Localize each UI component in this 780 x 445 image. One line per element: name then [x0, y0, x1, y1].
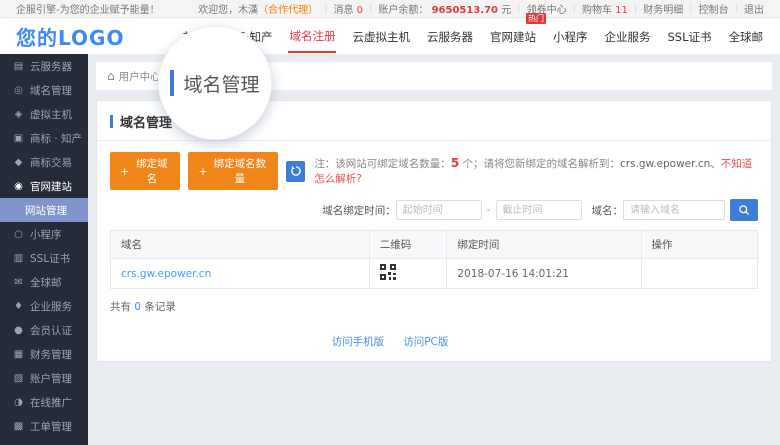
col-operation: 操作	[640, 230, 759, 259]
certificate-icon: ▥	[13, 252, 24, 264]
sidebar-item-global-mail[interactable]: ✉ 全球邮	[0, 270, 88, 294]
bind-note: 注：该网站可绑定域名数量：5 个；请将您新绑定的域名解析到：crs.gw.epo…	[314, 156, 753, 185]
finance-icon: ▦	[13, 348, 24, 360]
sidebar-item-account-management[interactable]: ▧ 账户管理	[0, 366, 88, 390]
top-utility-bar: 企服引擎-为您的企业赋予能量！ 欢迎您，木漢 （合作代理） | 消息 0 | 账…	[0, 0, 780, 18]
trade-icon: ◆	[14, 156, 23, 168]
sidebar-item-cloud-server[interactable]: ▤ 云服务器	[0, 54, 88, 78]
nav-website-building[interactable]: 官网建站 热门	[489, 13, 546, 52]
search-icon	[739, 205, 749, 215]
title-accent-bar	[110, 115, 113, 128]
ticket-icon: ▩	[13, 420, 24, 432]
user-icon: ●	[14, 324, 23, 336]
promotion-icon: ◑	[14, 396, 23, 408]
col-domain: 域名	[110, 230, 370, 259]
bound-domain-link[interactable]: crs.gw.epower.cn	[121, 268, 211, 280]
search-button[interactable]	[730, 199, 758, 221]
message-count: 0	[356, 5, 364, 16]
operation-cell	[640, 258, 759, 289]
nav-ssl-cert[interactable]: SSL证书	[666, 20, 712, 52]
nav-global-mail[interactable]: 全球邮	[728, 20, 765, 52]
sidebar-item-work-order[interactable]: ▩ 工单管理	[0, 414, 88, 438]
sidebar-item-domain-management[interactable]: ◎ 域名管理	[0, 78, 88, 102]
qr-code-icon[interactable]	[379, 264, 396, 280]
breadcrumb-level1[interactable]: 用户中心	[119, 69, 161, 84]
title-accent-bar	[170, 70, 175, 96]
sidebar-item-trademark-trade[interactable]: ◆ 商标交易	[0, 150, 88, 174]
gear-icon: ▧	[13, 372, 24, 384]
nav-cloud-server[interactable]: 云服务器	[426, 20, 474, 52]
mail-icon: ✉	[14, 276, 23, 288]
resolve-target-domain: crs.gw.epower.cn、	[620, 158, 721, 170]
end-time-input[interactable]	[495, 200, 582, 220]
start-time-input[interactable]	[395, 200, 482, 220]
domain-table: 域名 二维码 绑定时间 操作 crs.gw.epower.cn 2018-07-…	[110, 230, 759, 289]
home-icon: ⌂	[107, 69, 115, 83]
nav-domain-register[interactable]: 域名注册	[288, 19, 337, 53]
cart-count: 11	[615, 5, 628, 16]
service-icon: ♦	[14, 300, 23, 312]
visit-mobile-link[interactable]: 访问手机版	[332, 336, 385, 348]
balance-amount: 9650513.70	[431, 5, 499, 16]
visit-pc-link[interactable]: 访问PC版	[403, 336, 448, 348]
website-icon: ◉	[14, 180, 23, 192]
main-area: ⌂ 用户中心 > 官网建站 域名管理 域名管理 + 绑定域名	[88, 26, 780, 445]
sidebar-item-website-building[interactable]: ◉ 官网建站	[0, 174, 88, 198]
plus-icon: +	[198, 164, 208, 178]
sidebar-subitem-website-management[interactable]: 网站管理	[0, 198, 88, 222]
bind-time-value: 2018-07-16 14:01:21	[446, 258, 642, 289]
globe-icon: ◎	[14, 84, 23, 96]
domain-label: 域名：	[591, 204, 624, 217]
callout-title: 域名管理	[183, 73, 260, 96]
sidebar-item-virtual-host[interactable]: ◈ 虚拟主机	[0, 102, 88, 126]
col-qrcode: 二维码	[368, 230, 448, 259]
table-row: crs.gw.epower.cn 2018-07-16 14:01:21	[110, 258, 759, 289]
sidebar-item-ssl-cert[interactable]: ▥ SSL证书	[0, 246, 88, 270]
record-count: 共有 0 条记录	[110, 301, 176, 313]
document-icon: ▣	[13, 132, 24, 144]
refresh-button[interactable]	[286, 160, 306, 182]
bind-domain-count-button[interactable]: + 绑定域名数量	[188, 152, 279, 190]
console-link[interactable]: 控制台	[699, 1, 729, 16]
sidebar: ▤ 云服务器 ◎ 域名管理 ◈ 虚拟主机 ▣ 商标 · 知产 ◆ 商标交易 ◉ …	[0, 54, 88, 445]
host-icon: ◈	[14, 108, 23, 120]
bind-time-label: 域名绑定时间：	[322, 204, 396, 217]
sidebar-item-online-promotion[interactable]: ◑ 在线推广	[0, 390, 88, 414]
nav-enterprise-service[interactable]: 企业服务	[603, 20, 651, 52]
table-header-row: 域名 二维码 绑定时间 操作	[110, 230, 759, 259]
server-icon: ▤	[13, 60, 24, 72]
welcome-text: 欢迎您，木漢	[198, 5, 259, 16]
bind-domain-button[interactable]: + 绑定域名	[110, 152, 181, 190]
sidebar-item-enterprise-service[interactable]: ♦ 企业服务	[0, 294, 88, 318]
domain-management-panel: 域名管理 + 绑定域名 + 绑定域名数量 注：该网站可绑定域名数量：5 个；请将…	[96, 100, 772, 362]
main-header: 您的LOGO 首页 商标·知产 域名注册 云虚拟主机 云服务器 官网建站 热门 …	[0, 13, 780, 54]
filter-bar: 域名绑定时间： - 域名：	[110, 199, 758, 221]
site-slogan: 企服引擎-为您的企业赋予能量！	[16, 5, 160, 16]
domain-search-input[interactable]	[623, 200, 725, 220]
messages-link[interactable]: 消息 0	[333, 1, 363, 16]
nav-mini-program[interactable]: 小程序	[552, 20, 589, 52]
visit-links: 访问手机版 访问PC版	[66, 330, 714, 349]
zoom-callout-bubble: 域名管理	[158, 26, 272, 140]
refresh-icon	[290, 165, 301, 176]
col-bind-time: 绑定时间	[446, 230, 642, 259]
miniapp-icon: ○	[14, 228, 23, 240]
finance-detail-link[interactable]: 财务明细	[643, 1, 683, 16]
hot-badge: 热门	[525, 13, 546, 24]
bindable-count: 5	[450, 156, 460, 170]
page: 企服引擎-为您的企业赋予能量！ 欢迎您，木漢 （合作代理） | 消息 0 | 账…	[0, 0, 780, 445]
logo[interactable]: 您的LOGO	[16, 22, 124, 51]
user-role-badge: （合作代理）	[258, 5, 319, 16]
cart-link[interactable]: 购物车 11	[582, 1, 628, 16]
sidebar-item-trademark[interactable]: ▣ 商标 · 知产	[0, 126, 88, 150]
balance: 账户余额： 9650513.70 元	[378, 5, 512, 16]
plus-icon: +	[120, 164, 130, 178]
sidebar-item-mini-program[interactable]: ○ 小程序	[0, 222, 88, 246]
nav-cloud-virtual-host[interactable]: 云虚拟主机	[351, 20, 411, 52]
logout-link[interactable]: 退出	[744, 1, 764, 16]
toolbar: + 绑定域名 + 绑定域名数量 注：该网站可绑定域名数量：5 个；请将您新绑定的…	[110, 152, 758, 190]
